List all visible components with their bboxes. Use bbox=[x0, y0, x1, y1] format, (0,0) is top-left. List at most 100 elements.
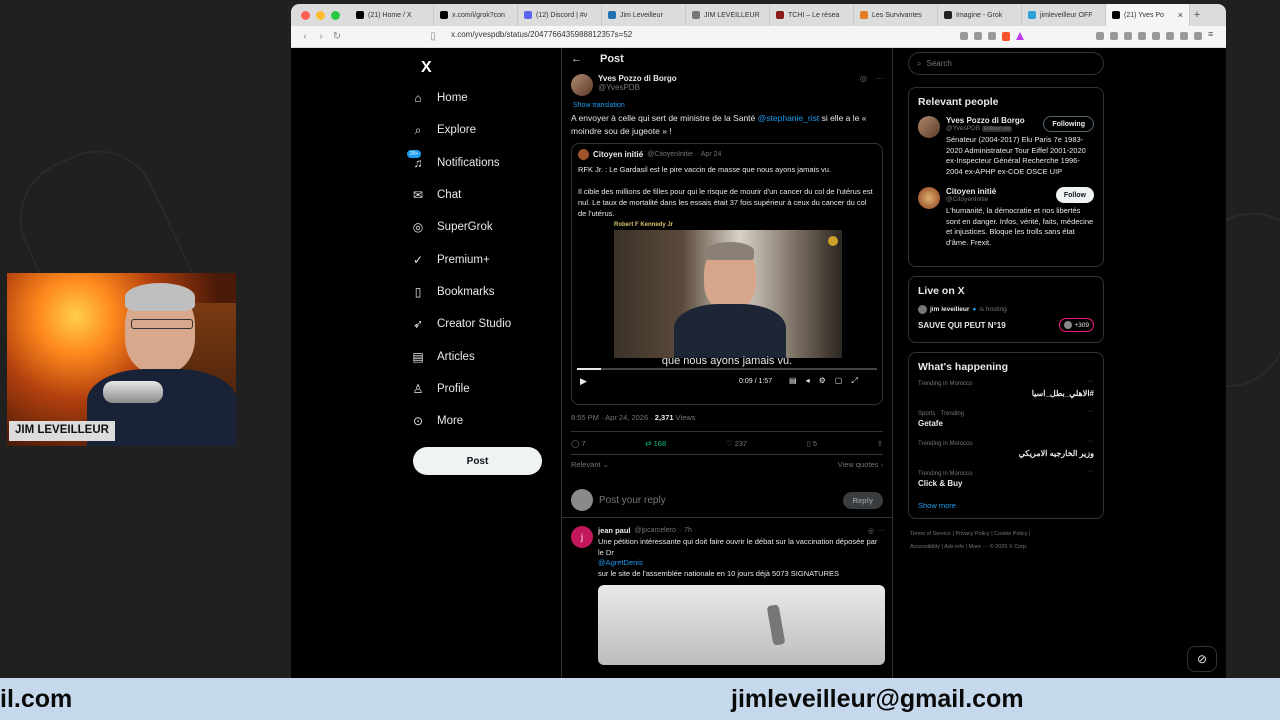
more-options-icon[interactable]: ··· bbox=[878, 527, 885, 534]
sort-dropdown[interactable]: Relevant ⌄ bbox=[571, 460, 609, 469]
show-more-link[interactable]: Show more bbox=[918, 501, 1094, 510]
live-host-name[interactable]: jim leveilleur bbox=[930, 306, 969, 313]
nav-item-supergrok[interactable]: ◎ SuperGrok bbox=[411, 211, 561, 243]
reply-post[interactable]: j jean paul @jpcarcelero · 7h ◎ ··· Une … bbox=[562, 518, 892, 665]
settings-icon[interactable]: ⚙ bbox=[819, 376, 826, 386]
menu-icon[interactable]: ≡ bbox=[1208, 29, 1218, 41]
share-icon[interactable] bbox=[988, 32, 996, 40]
post-timestamp[interactable]: 8:55 PM · Apr 24, 2026 · bbox=[571, 413, 655, 422]
grok-icon[interactable]: ◎ bbox=[860, 74, 867, 96]
close-tab-icon[interactable]: × bbox=[1178, 10, 1183, 20]
avatar[interactable] bbox=[918, 116, 940, 138]
reply-author-handle[interactable]: @jpcarcelero bbox=[635, 527, 676, 534]
browser-tab[interactable]: (21) Home / X bbox=[350, 4, 434, 26]
person-name[interactable]: Citoyen initié bbox=[946, 187, 996, 196]
brave-shield-icon[interactable] bbox=[1002, 32, 1010, 41]
bookmark-page-icon[interactable]: ▯ bbox=[425, 29, 441, 45]
download-icon[interactable] bbox=[1124, 32, 1132, 40]
browser-tab[interactable]: (12) Discord | #v bbox=[518, 4, 602, 26]
person-handle[interactable]: @CitoyenInitie bbox=[946, 196, 988, 203]
video-player[interactable]: Robert F Kennedy Jr que nous ayons jamai… bbox=[573, 222, 881, 400]
like-action[interactable]: ♡ 237 bbox=[726, 439, 747, 448]
browser-tab[interactable]: x.com/i/grok?con bbox=[434, 4, 518, 26]
browser-tab[interactable]: Imagine - Grok bbox=[938, 4, 1022, 26]
browser-tab[interactable]: JIM LEVEILLEUR bbox=[686, 4, 770, 26]
extensions-icon[interactable] bbox=[1096, 32, 1104, 40]
browser-tab[interactable]: jimleveilleur OFF bbox=[1022, 4, 1106, 26]
x-logo-icon[interactable]: X bbox=[421, 54, 561, 82]
volume-icon[interactable]: ◂ bbox=[806, 376, 810, 386]
cast-icon[interactable] bbox=[974, 32, 982, 40]
nav-item-premium[interactable]: ✓ Premium+ bbox=[411, 243, 561, 275]
vpn-icon[interactable] bbox=[1180, 32, 1188, 40]
repost-action[interactable]: ⇄ 168 bbox=[645, 439, 666, 448]
post-author-handle[interactable]: @YvesPDB bbox=[598, 83, 860, 92]
nav-item-articles[interactable]: ▤ Articles bbox=[411, 340, 561, 372]
trend-item[interactable]: Trending in Morocco ··· وزير الخارجيه الام… bbox=[918, 438, 1094, 458]
reply-input[interactable]: Post your reply bbox=[599, 495, 843, 506]
nav-item-creator-studio[interactable]: ➶ Creator Studio bbox=[411, 308, 561, 340]
trend-item[interactable]: Sports · Trending ··· Getafe bbox=[918, 408, 1094, 428]
leo-icon[interactable] bbox=[1194, 32, 1202, 40]
post-compose-button[interactable]: Post bbox=[413, 447, 542, 475]
video-progress-track[interactable] bbox=[577, 368, 877, 370]
reply-button[interactable]: Reply bbox=[842, 491, 883, 509]
more-options-icon[interactable]: ··· bbox=[875, 74, 883, 96]
person-handle[interactable]: @YvesPDB bbox=[946, 125, 980, 132]
avatar[interactable] bbox=[571, 74, 593, 96]
more-options-icon[interactable]: ··· bbox=[1087, 408, 1094, 415]
grok-icon[interactable]: ◎ bbox=[868, 527, 874, 535]
view-quotes-link[interactable]: View quotes › bbox=[838, 460, 883, 469]
translate-icon[interactable] bbox=[960, 32, 968, 40]
trend-item[interactable]: Trending in Morocco ··· Click & Buy bbox=[918, 468, 1094, 488]
relevant-person[interactable]: Yves Pozzo di Borgo @YvesPDB Follows you F… bbox=[918, 116, 1094, 177]
maximize-window-button[interactable] bbox=[331, 10, 340, 20]
nav-item-more[interactable]: ⊙ More bbox=[411, 405, 561, 437]
music-icon[interactable] bbox=[1138, 32, 1146, 40]
reload-icon[interactable]: ↻ bbox=[329, 29, 345, 45]
trend-item[interactable]: Trending in Morocco ··· #الاهلي_بطل_اسيا bbox=[918, 378, 1094, 398]
fullscreen-icon[interactable]: ⤢ bbox=[851, 376, 857, 386]
quoted-post[interactable]: Citoyen initié @CitoyenInitie · Apr 24 R… bbox=[571, 143, 883, 405]
post-author-name[interactable]: Yves Pozzo di Borgo bbox=[598, 74, 860, 83]
reply-mention-link[interactable]: @AgretDenis bbox=[598, 558, 885, 569]
follow-button[interactable]: Follow bbox=[1055, 187, 1094, 203]
person-name[interactable]: Yves Pozzo di Borgo bbox=[946, 116, 1025, 125]
forward-icon[interactable]: › bbox=[313, 29, 329, 45]
minimize-window-button[interactable] bbox=[316, 10, 325, 20]
share-icon[interactable]: ⇪ bbox=[877, 439, 883, 448]
show-translation-link[interactable]: Show translation bbox=[562, 96, 892, 109]
reply-action[interactable]: ◯ 7 bbox=[571, 439, 586, 448]
bookmark-action[interactable]: ▯ 5 bbox=[807, 439, 817, 448]
mention-link[interactable]: @stephanie_rist bbox=[758, 113, 820, 123]
nav-item-notifications[interactable]: ♫ Notifications 20+ bbox=[407, 147, 561, 179]
live-listeners-badge[interactable]: +309 bbox=[1059, 318, 1094, 332]
pip-icon[interactable]: ▢ bbox=[835, 376, 843, 386]
more-options-icon[interactable]: ··· bbox=[1087, 378, 1094, 385]
sidebar-icon[interactable] bbox=[1110, 32, 1118, 40]
url-field[interactable]: x.com/yvespdb/status/2047766435988812357… bbox=[451, 30, 632, 39]
avatar[interactable] bbox=[918, 187, 940, 209]
footer-line-2[interactable]: Accessibility | Ads info | More ··· © 20… bbox=[910, 541, 1104, 554]
reply-author-name[interactable]: jean paul bbox=[598, 526, 631, 535]
nav-item-bookmarks[interactable]: ▯ Bookmarks bbox=[411, 276, 561, 308]
live-space-name[interactable]: SAUVE QUI PEUT N°19 bbox=[918, 321, 1006, 330]
browser-tab[interactable]: Jim Leveilleur bbox=[602, 4, 686, 26]
back-arrow-icon[interactable]: ← bbox=[571, 53, 582, 65]
reader-icon[interactable] bbox=[1152, 32, 1160, 40]
reply-image[interactable] bbox=[598, 585, 885, 665]
avatar[interactable]: j bbox=[571, 526, 593, 548]
wallet-icon[interactable] bbox=[1166, 32, 1174, 40]
nav-item-profile[interactable]: ♙ Profile bbox=[411, 373, 561, 405]
footer-line-1[interactable]: Terms of Service | Privacy Policy | Cook… bbox=[910, 528, 1104, 541]
more-options-icon[interactable]: ··· bbox=[1087, 438, 1094, 445]
brave-rewards-icon[interactable] bbox=[1016, 32, 1024, 40]
new-tab-button[interactable]: + bbox=[1190, 9, 1204, 21]
relevant-person[interactable]: Citoyen initié @CitoyenInitie Follow L'hum… bbox=[918, 187, 1094, 248]
browser-tab[interactable]: TCHI – Le résea bbox=[770, 4, 854, 26]
captions-icon[interactable]: ▤ bbox=[789, 376, 797, 386]
back-icon[interactable]: ‹ bbox=[297, 29, 313, 45]
play-icon[interactable]: ▶ bbox=[580, 376, 587, 387]
search-input[interactable]: Search bbox=[926, 59, 951, 68]
nav-item-explore[interactable]: ⌕ Explore bbox=[411, 114, 561, 146]
